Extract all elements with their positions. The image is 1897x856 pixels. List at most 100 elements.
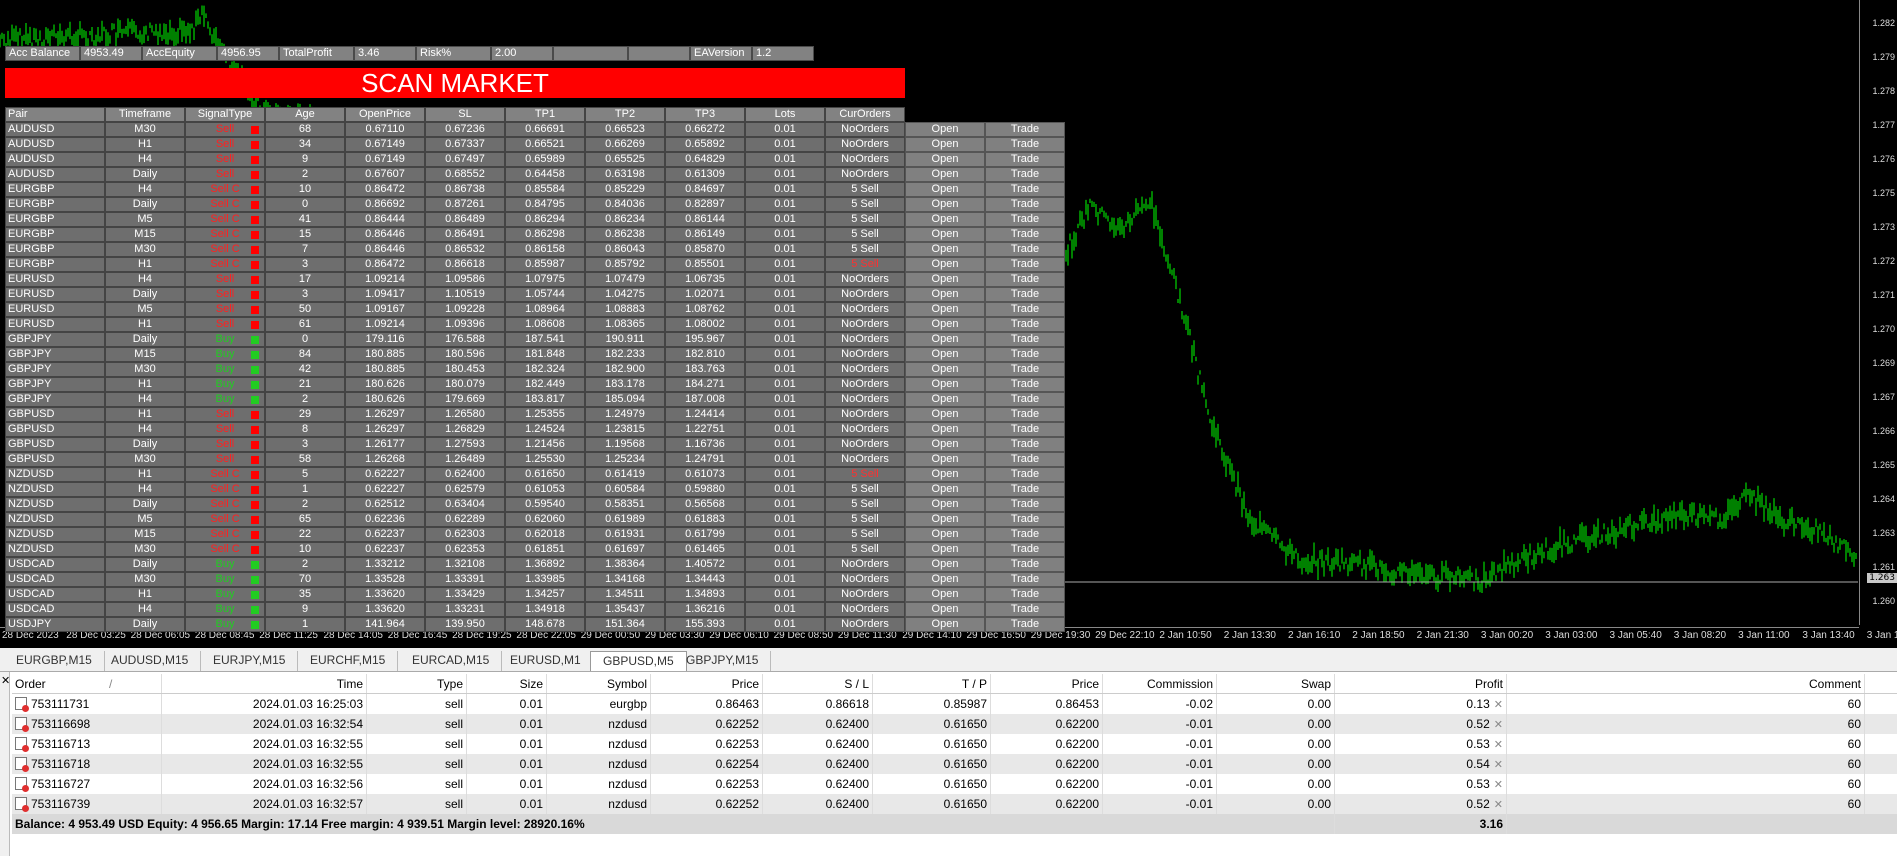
trade-button[interactable]: Trade [985,302,1065,317]
trade-button[interactable]: Trade [985,572,1065,587]
open-button[interactable]: Open [905,332,985,347]
open-button[interactable]: Open [905,587,985,602]
trade-button[interactable]: Trade [985,167,1065,182]
trade-button[interactable]: Trade [985,287,1065,302]
trade-button[interactable]: Trade [985,272,1065,287]
open-button[interactable]: Open [905,392,985,407]
chart-tab[interactable]: EURCHF,M15 [298,651,399,671]
scan-market-button[interactable]: SCAN MARKET [5,68,905,98]
close-x-icon[interactable]: ✕ [1494,779,1503,791]
trade-button[interactable]: Trade [985,212,1065,227]
orders-header-cell[interactable]: Order / [12,674,162,693]
trade-button[interactable]: Trade [985,527,1065,542]
trade-button[interactable]: Trade [985,242,1065,257]
order-row[interactable]: 753116713 2024.01.03 16:32:55 sell 0.01 nzdu… [12,734,1897,754]
order-row[interactable]: 753116718 2024.01.03 16:32:55 sell 0.01 nzdu… [12,754,1897,774]
orders-header-cell[interactable]: Price [991,674,1103,693]
trade-button[interactable]: Trade [985,512,1065,527]
orders-header-cell[interactable]: Time [162,674,367,693]
trade-button[interactable]: Trade [985,392,1065,407]
trade-button[interactable]: Trade [985,332,1065,347]
trade-button[interactable]: Trade [985,182,1065,197]
open-button[interactable]: Open [905,602,985,617]
open-button[interactable]: Open [905,257,985,272]
open-button[interactable]: Open [905,302,985,317]
orders-header-cell[interactable]: S / L [763,674,873,693]
trade-button[interactable]: Trade [985,407,1065,422]
trade-button[interactable]: Trade [985,617,1065,632]
trade-button[interactable]: Trade [985,257,1065,272]
chart-tab[interactable]: EURCAD,M15 [400,651,503,671]
trade-button[interactable]: Trade [985,497,1065,512]
chart-tab[interactable]: AUDUSD,M15 [99,651,202,671]
open-button[interactable]: Open [905,527,985,542]
open-button[interactable]: Open [905,437,985,452]
open-button[interactable]: Open [905,347,985,362]
trade-button[interactable]: Trade [985,137,1065,152]
trade-button[interactable]: Trade [985,347,1065,362]
orders-header-cell[interactable]: Commission [1103,674,1217,693]
orders-header-cell[interactable]: Comment [1507,674,1865,693]
open-button[interactable]: Open [905,467,985,482]
open-button[interactable]: Open [905,452,985,467]
open-button[interactable]: Open [905,212,985,227]
trade-button[interactable]: Trade [985,197,1065,212]
orders-header-cell[interactable]: T / P [873,674,991,693]
open-button[interactable]: Open [905,227,985,242]
open-button[interactable]: Open [905,137,985,152]
open-button[interactable]: Open [905,182,985,197]
close-x-icon[interactable]: ✕ [1494,759,1503,771]
trade-button[interactable]: Trade [985,482,1065,497]
orders-header-cell[interactable]: Size [467,674,547,693]
order-row[interactable]: 753116727 2024.01.03 16:32:56 sell 0.01 nzdu… [12,774,1897,794]
trade-button[interactable]: Trade [985,362,1065,377]
close-x-icon[interactable]: ✕ [1494,799,1503,811]
open-button[interactable]: Open [905,617,985,632]
open-button[interactable]: Open [905,482,985,497]
orders-header-cell[interactable]: Price [651,674,763,693]
open-button[interactable]: Open [905,407,985,422]
open-button[interactable]: Open [905,122,985,137]
trade-button[interactable]: Trade [985,452,1065,467]
open-button[interactable]: Open [905,422,985,437]
open-button[interactable]: Open [905,572,985,587]
trade-button[interactable]: Trade [985,587,1065,602]
chart-tab[interactable]: EURGBP,M15 [4,651,105,671]
chart-tab[interactable]: GBPJPY,M15 [674,651,772,671]
trade-button[interactable]: Trade [985,317,1065,332]
order-row[interactable]: 753116739 2024.01.03 16:32:57 sell 0.01 nzdu… [12,794,1897,814]
open-button[interactable]: Open [905,512,985,527]
close-x-icon[interactable]: ✕ [1494,719,1503,731]
open-button[interactable]: Open [905,167,985,182]
close-x-icon[interactable]: ✕ [1494,699,1503,711]
orders-header-cell[interactable]: Profit [1335,674,1507,693]
open-button[interactable]: Open [905,152,985,167]
trade-button[interactable]: Trade [985,467,1065,482]
trade-button[interactable]: Trade [985,437,1065,452]
order-row[interactable]: 753116698 2024.01.03 16:32:54 sell 0.01 nzdu… [12,714,1897,734]
chart-tab[interactable]: GBPUSD,M5 [590,651,687,671]
open-button[interactable]: Open [905,557,985,572]
orders-header-cell[interactable]: Swap [1217,674,1335,693]
trade-button[interactable]: Trade [985,542,1065,557]
trade-button[interactable]: Trade [985,602,1065,617]
close-icon[interactable]: ✕ [1,674,10,687]
open-button[interactable]: Open [905,272,985,287]
trade-button[interactable]: Trade [985,422,1065,437]
close-x-icon[interactable]: ✕ [1494,739,1503,751]
chart-tab[interactable]: EURJPY,M15 [201,651,299,671]
open-button[interactable]: Open [905,362,985,377]
trade-button[interactable]: Trade [985,122,1065,137]
chart-tab[interactable]: EURUSD,M1 [498,651,594,671]
open-button[interactable]: Open [905,197,985,212]
trade-button[interactable]: Trade [985,227,1065,242]
trade-button[interactable]: Trade [985,152,1065,167]
price-chart-area[interactable]: 1.282 1.279 1.278 1.277 1.276 1.275 1.273 1.272… [0,0,1897,648]
open-button[interactable]: Open [905,497,985,512]
trade-button[interactable]: Trade [985,557,1065,572]
open-button[interactable]: Open [905,542,985,557]
trade-button[interactable]: Trade [985,377,1065,392]
open-button[interactable]: Open [905,377,985,392]
open-button[interactable]: Open [905,287,985,302]
open-button[interactable]: Open [905,242,985,257]
